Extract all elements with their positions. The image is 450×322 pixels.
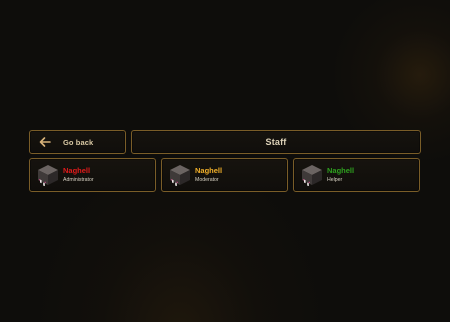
staff-name: Naghell [63, 166, 91, 176]
go-back-button[interactable]: Go back [29, 130, 126, 154]
go-back-label: Go back [63, 137, 94, 147]
staff-card-moderator[interactable]: Naghell Moderator [161, 158, 288, 192]
staff-name: Naghell [327, 166, 355, 176]
page-header: Staff [131, 130, 421, 154]
staff-card-administrator[interactable]: Naghell Administrator [29, 158, 156, 192]
player-head-icon [170, 165, 190, 186]
arrow-left-icon [38, 135, 52, 149]
staff-role: Moderator [195, 176, 219, 183]
staff-role: Administrator [63, 176, 94, 183]
staff-role: Helper [327, 176, 343, 183]
staff-card-helper[interactable]: Naghell Helper [293, 158, 420, 192]
player-head-icon [302, 165, 322, 186]
staff-name: Naghell [195, 166, 223, 176]
page-title: Staff [265, 137, 287, 147]
player-head-icon [38, 165, 58, 186]
